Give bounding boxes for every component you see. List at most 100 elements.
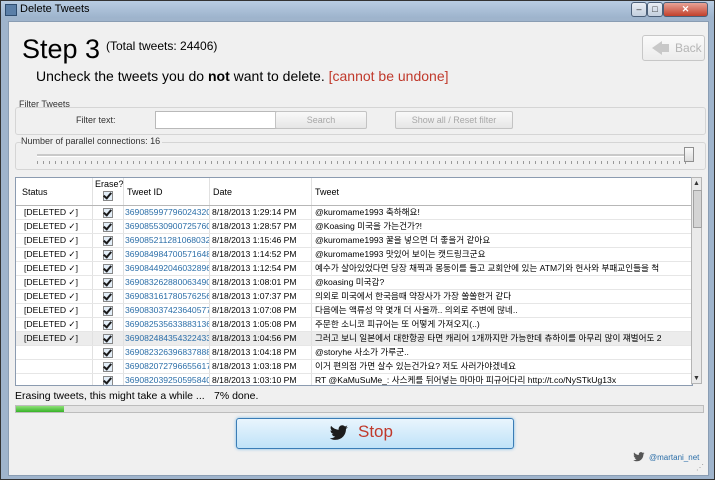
erase-checkbox[interactable] xyxy=(103,278,113,288)
row-date: 8/18/2013 1:29:14 PM xyxy=(210,206,312,219)
row-tweet: 예수가 살아있었다면 당장 채찍과 몽둥이를 들고 교회안에 있는 ATM기와 … xyxy=(312,262,692,275)
erase-checkbox[interactable] xyxy=(103,292,113,302)
row-tweet-id[interactable]: 369085211281068032 xyxy=(124,234,210,247)
row-tweet-id[interactable]: 369082072796655617 xyxy=(124,360,210,373)
erase-checkbox[interactable] xyxy=(103,264,113,274)
row-tweet: 이거 편의점 가면 살수 있는건가요? 저도 사러가야겠네요 xyxy=(312,360,692,373)
table-row[interactable]: [DELETED ✓] 369083161780576256 8/18/2013 1… xyxy=(16,290,692,304)
instruction-pre: Uncheck the tweets you do xyxy=(36,68,208,84)
slider-track[interactable] xyxy=(37,154,688,157)
column-date-label: Date xyxy=(213,187,233,197)
grid-scrollbar[interactable]: ▲ ▼ xyxy=(691,177,702,384)
row-status: [DELETED ✓] xyxy=(16,304,93,317)
table-row[interactable]: [DELETED ✓] 369083037423640577 8/18/2013 1… xyxy=(16,304,692,318)
instruction-text: Uncheck the tweets you do not want to de… xyxy=(36,68,449,84)
row-tweet: 주문한 소니코 피규어는 또 어떻게 가져오지(..) xyxy=(312,318,692,331)
row-status: [DELETED ✓] xyxy=(16,262,93,275)
table-row[interactable]: 369082072796655617 8/18/2013 1:03:18 PM 이거… xyxy=(16,360,692,374)
scroll-down-icon[interactable]: ▼ xyxy=(693,375,700,382)
row-tweet-id[interactable]: 369083262880063490 xyxy=(124,276,210,289)
row-tweet: @storyhe 사소가 가루군.. xyxy=(312,346,692,359)
row-tweet-id[interactable]: 369082039250595840 xyxy=(124,374,210,385)
stop-button[interactable]: Stop xyxy=(236,418,514,449)
scroll-up-icon[interactable]: ▲ xyxy=(693,180,700,187)
row-erase xyxy=(93,248,124,261)
row-status: [DELETED ✓] xyxy=(16,290,93,303)
progress-fill xyxy=(16,406,65,412)
erase-checkbox[interactable] xyxy=(103,362,113,372)
table-row[interactable]: [DELETED ✓] 369082535633883136 8/18/2013 1… xyxy=(16,318,692,332)
table-row[interactable]: 369082326396837888 8/18/2013 1:04:18 PM @s… xyxy=(16,346,692,360)
table-row[interactable]: [DELETED ✓] 369083262880063490 8/18/2013 1… xyxy=(16,276,692,290)
title-bar[interactable]: Delete Tweets – □ ✕ xyxy=(1,1,714,18)
row-tweet-id[interactable]: 369082484354322433 xyxy=(124,332,210,345)
column-erase[interactable]: Erase? xyxy=(93,178,124,205)
erase-checkbox[interactable] xyxy=(103,376,113,385)
column-status[interactable]: Status xyxy=(16,178,93,205)
erase-checkbox[interactable] xyxy=(103,334,113,344)
erase-checkbox[interactable] xyxy=(103,306,113,316)
minimize-button[interactable]: – xyxy=(631,2,647,17)
maximize-button[interactable]: □ xyxy=(647,2,663,17)
twitter-bird-icon-footer xyxy=(633,452,645,462)
erase-checkbox[interactable] xyxy=(103,348,113,358)
table-row[interactable]: [DELETED ✓] 369085530900725760 8/18/2013 1… xyxy=(16,220,692,234)
column-date[interactable]: Date xyxy=(210,178,312,205)
table-row[interactable]: 369082039250595840 8/18/2013 1:03:10 PM RT… xyxy=(16,374,692,385)
row-status: [DELETED ✓] xyxy=(16,234,93,247)
row-tweet-id[interactable]: 369085997796024320 xyxy=(124,206,210,219)
row-erase xyxy=(93,234,124,247)
back-button[interactable]: Back xyxy=(642,35,705,61)
close-button[interactable]: ✕ xyxy=(663,2,708,17)
row-date: 8/18/2013 1:07:08 PM xyxy=(210,304,312,317)
column-tweet[interactable]: Tweet xyxy=(312,178,692,205)
progress-bar xyxy=(15,405,704,413)
row-status xyxy=(16,346,93,359)
erase-checkbox[interactable] xyxy=(103,250,113,260)
row-tweet: @kuromame1993 축하해요! xyxy=(312,206,692,219)
row-tweet-id[interactable]: 369082326396837888 xyxy=(124,346,210,359)
table-row[interactable]: [DELETED ✓] 369082484354322433 8/18/2013 1… xyxy=(16,332,692,346)
search-button[interactable]: Search xyxy=(275,111,367,129)
step-title: Step 3 xyxy=(22,34,101,64)
column-tweet-id[interactable]: Tweet ID xyxy=(124,178,210,205)
row-tweet-id[interactable]: 369082535633883136 xyxy=(124,318,210,331)
slider-ticks xyxy=(37,161,688,164)
author-link[interactable]: @martani_net xyxy=(649,453,699,462)
table-row[interactable]: [DELETED ✓] 369084492046032896 8/18/2013 1… xyxy=(16,262,692,276)
row-tweet: @koasing 미국감? xyxy=(312,276,692,289)
row-date: 8/18/2013 1:03:10 PM xyxy=(210,374,312,385)
filter-group: Filter Tweets Filter text: Search Show a… xyxy=(15,98,706,135)
row-date: 8/18/2013 1:07:37 PM xyxy=(210,290,312,303)
row-tweet: @kuromame1993 맛있어 보이는 캣드링크군요 xyxy=(312,248,692,261)
progress-text: Erasing tweets, this might take a while … xyxy=(15,390,205,402)
row-tweet-id[interactable]: 369085530900725760 xyxy=(124,220,210,233)
row-status: [DELETED ✓] xyxy=(16,332,93,345)
row-tweet-id[interactable]: 369084984700571648 xyxy=(124,248,210,261)
resize-grip-icon[interactable]: ⋰ xyxy=(696,463,704,472)
row-tweet: 다음에는 액류성 약 몇개 더 사올까.. 의외로 주변에 많네.. xyxy=(312,304,692,317)
reset-filter-button[interactable]: Show all / Reset filter xyxy=(395,111,513,129)
select-all-checkbox[interactable] xyxy=(103,191,113,201)
column-status-label: Status xyxy=(22,187,48,197)
filter-label: Filter text: xyxy=(76,115,116,125)
erase-checkbox[interactable] xyxy=(103,208,113,218)
row-tweet: 그러고 보니 일본에서 대한항공 타면 캐리어 1개까지만 가능한데 츄하이를 … xyxy=(312,332,692,345)
progress-percent: 7% done. xyxy=(214,390,259,402)
row-erase xyxy=(93,360,124,373)
table-row[interactable]: [DELETED ✓] 369085211281068032 8/18/2013 1… xyxy=(16,234,692,248)
row-tweet-id[interactable]: 369084492046032896 xyxy=(124,262,210,275)
row-tweet-id[interactable]: 369083161780576256 xyxy=(124,290,210,303)
slider-thumb[interactable] xyxy=(684,147,694,162)
scroll-thumb[interactable] xyxy=(693,190,702,228)
row-date: 8/18/2013 1:08:01 PM xyxy=(210,276,312,289)
row-status xyxy=(16,374,93,385)
filter-input[interactable] xyxy=(155,111,283,129)
erase-checkbox[interactable] xyxy=(103,236,113,246)
table-row[interactable]: [DELETED ✓] 369085997796024320 8/18/2013 1… xyxy=(16,206,692,220)
erase-checkbox[interactable] xyxy=(103,222,113,232)
erase-checkbox[interactable] xyxy=(103,320,113,330)
row-date: 8/18/2013 1:04:56 PM xyxy=(210,332,312,345)
table-row[interactable]: [DELETED ✓] 369084984700571648 8/18/2013 1… xyxy=(16,248,692,262)
row-tweet-id[interactable]: 369083037423640577 xyxy=(124,304,210,317)
